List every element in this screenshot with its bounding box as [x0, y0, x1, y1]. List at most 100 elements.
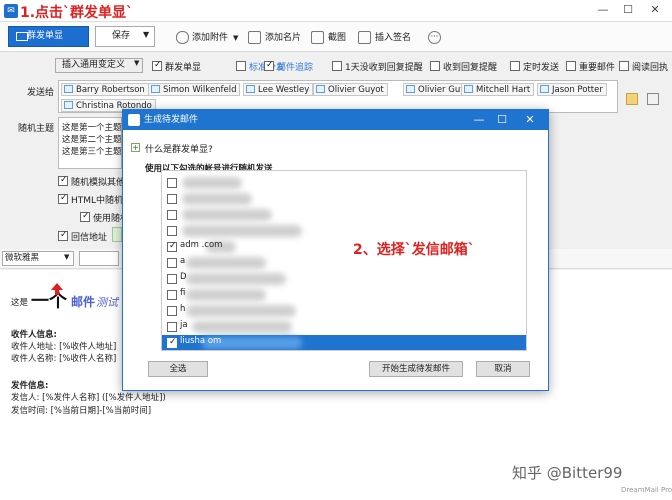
screenshot-button[interactable]: 截图: [328, 31, 346, 45]
account-row[interactable]: h: [162, 303, 526, 319]
chevron-down-icon[interactable]: ▼: [64, 253, 69, 261]
account-address: D: [180, 272, 187, 282]
intro-mail: 邮件: [71, 295, 96, 309]
recipient-header: 收件人信息:: [11, 330, 57, 340]
minimize-icon[interactable]: —: [470, 112, 488, 128]
reply-address-checkbox[interactable]: [58, 230, 68, 241]
app-icon: ✉: [4, 4, 18, 18]
sender-header: 发件信息:: [11, 381, 49, 391]
recipient-name-line: 收件人名称: [%收件人名称]: [11, 354, 117, 364]
add-card-button[interactable]: 添加名片: [265, 31, 301, 45]
option-checkbox[interactable]: [332, 61, 342, 71]
screenshot-icon: [311, 31, 324, 44]
redacted-mask: [182, 193, 252, 205]
account-checkbox[interactable]: [167, 194, 177, 204]
account-checkbox[interactable]: [167, 241, 177, 252]
select-all-button[interactable]: 全选: [148, 361, 208, 377]
contact-icon: [316, 85, 325, 93]
account-checkbox[interactable]: [167, 290, 177, 300]
subject-line: 这是第一个主题: [62, 123, 122, 133]
folder-icon[interactable]: [626, 93, 638, 105]
account-checkbox[interactable]: [167, 274, 177, 284]
account-checkbox[interactable]: [167, 306, 177, 316]
more-icon[interactable]: ···: [428, 31, 441, 44]
option-checkbox[interactable]: [510, 61, 520, 71]
send-icon: [16, 32, 28, 41]
insert-variable-dropdown[interactable]: 插入通用变定义: [55, 58, 143, 73]
contact-icon: [151, 85, 160, 93]
account-checkbox[interactable]: [167, 322, 177, 332]
minimize-icon[interactable]: —: [593, 3, 613, 19]
redacted-mask: [186, 257, 266, 269]
recipient-chip[interactable]: Simon Wilkenfeld: [148, 83, 241, 96]
option-label: 阅读回执: [632, 63, 669, 73]
account-address: ja: [180, 320, 188, 330]
option-label: 重要邮件: [579, 63, 616, 73]
account-checkbox[interactable]: [167, 337, 177, 348]
step1-annotation: 1.点击`群发单显`: [20, 5, 134, 21]
account-address: h: [180, 304, 186, 314]
chevron-down-icon[interactable]: ▼: [143, 30, 149, 39]
step2-annotation: 2、选择`发信邮箱`: [353, 242, 475, 258]
option-checkbox[interactable]: [619, 61, 629, 71]
html-random-checkbox[interactable]: [58, 193, 68, 204]
cancel-button[interactable]: 取消: [476, 361, 530, 377]
option-checkbox[interactable]: [236, 61, 246, 71]
account-address: fi: [180, 288, 186, 298]
account-row[interactable]: [162, 175, 526, 191]
account-checkbox[interactable]: [167, 258, 177, 268]
generate-button[interactable]: 开始生成待发邮件: [369, 361, 463, 377]
maximize-icon[interactable]: ☐: [618, 3, 638, 19]
option-label: 群发单显: [165, 63, 202, 73]
account-address: liusha om: [180, 336, 222, 346]
maximize-icon[interactable]: ☐: [493, 112, 511, 128]
account-checkbox[interactable]: [167, 210, 177, 220]
option-checkbox[interactable]: [566, 61, 576, 71]
expand-icon[interactable]: +: [131, 143, 140, 152]
option-checkbox[interactable]: [430, 61, 440, 71]
option-checkbox[interactable]: [152, 60, 162, 71]
close-icon[interactable]: ✕: [521, 112, 539, 128]
reply-address-field[interactable]: [112, 227, 122, 242]
account-address: a: [180, 256, 186, 266]
contact-icon: [246, 85, 255, 93]
account-row[interactable]: [162, 207, 526, 223]
random-other-checkbox[interactable]: [58, 175, 68, 186]
contact-icon: [64, 85, 73, 93]
option-checkbox[interactable]: [264, 60, 274, 71]
watermark: 知乎 @Bitter99: [512, 464, 623, 482]
option-label: 邮件追踪: [277, 63, 314, 73]
account-row[interactable]: D: [162, 271, 526, 287]
use-random-checkbox[interactable]: [80, 211, 90, 222]
insert-signature-button[interactable]: 插入签名: [375, 31, 411, 45]
intro-text: 这是: [11, 298, 29, 308]
account-row[interactable]: [162, 223, 526, 239]
redacted-mask: [186, 273, 286, 285]
contacts-icon[interactable]: [647, 93, 659, 105]
html-random-label: HTML中随机: [71, 196, 124, 206]
add-attachment-button[interactable]: 添加附件: [192, 31, 228, 45]
send-time-line: 发信时间: [%当前日期]-[%当前时间]: [11, 406, 152, 416]
recipient-chip[interactable]: Barry Robertson: [61, 83, 149, 96]
contact-icon: [64, 101, 73, 109]
account-row[interactable]: [162, 191, 526, 207]
close-icon[interactable]: ✕: [645, 3, 665, 19]
account-checkbox[interactable]: [167, 178, 177, 188]
font-size-select[interactable]: [79, 251, 119, 266]
account-row[interactable]: ja: [162, 319, 526, 335]
what-is-bulk-link[interactable]: 什么是群发单显?: [145, 142, 213, 155]
chevron-down-icon[interactable]: ▼: [134, 59, 139, 67]
account-row[interactable]: liusha om: [162, 335, 526, 350]
account-row[interactable]: fi: [162, 287, 526, 303]
contact-icon: [406, 85, 415, 93]
contact-icon: [464, 85, 473, 93]
account-list[interactable]: adm .com aDfi h ja liusha om: [161, 170, 527, 351]
red-arrow-icon: [51, 283, 63, 295]
chevron-down-icon[interactable]: ▼: [233, 31, 238, 45]
to-label: 发送给: [27, 88, 55, 98]
contact-icon: [540, 85, 549, 93]
account-address: adm .com: [180, 240, 223, 250]
random-other-label: 随机模拟其他: [71, 178, 126, 188]
account-checkbox[interactable]: [167, 226, 177, 236]
subject-line: 这是第二个主题: [62, 135, 122, 145]
